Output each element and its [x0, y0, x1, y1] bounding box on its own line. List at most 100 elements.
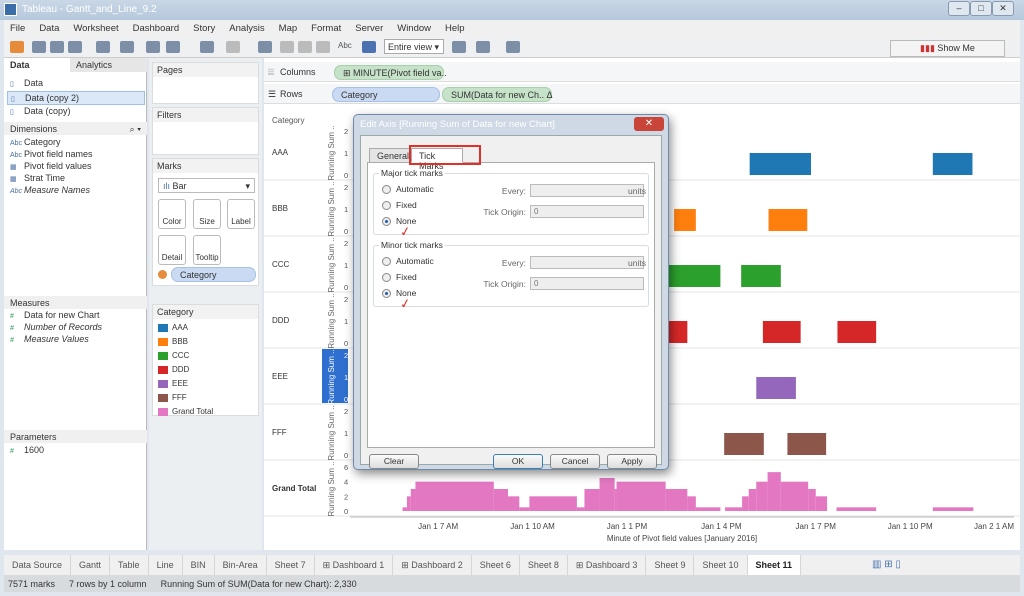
refresh-icon[interactable]: [226, 41, 240, 53]
row-axis-title[interactable]: Running Sum ..: [327, 293, 336, 348]
forward-icon[interactable]: [50, 41, 64, 53]
maximize-button[interactable]: □: [970, 1, 992, 16]
menu-server[interactable]: Server: [355, 23, 383, 34]
row-axis-title[interactable]: Running Sum ..: [327, 125, 336, 180]
rows-pill-sum[interactable]: SUM(Data for new Ch.. Δ: [442, 87, 553, 102]
menu-worksheet[interactable]: Worksheet: [73, 23, 118, 34]
datasource-item[interactable]: ▯ Data: [7, 77, 145, 89]
dimension-field[interactable]: ▦ Strat Time: [10, 173, 65, 183]
tab-analytics[interactable]: Analytics: [70, 58, 147, 72]
grand-total-step[interactable]: [410, 489, 416, 511]
grand-total-step[interactable]: [402, 507, 407, 511]
gantt-bar-ddd[interactable]: [837, 321, 877, 343]
clear-button[interactable]: Clear: [369, 454, 419, 469]
measure-field[interactable]: # Number of Records: [10, 322, 102, 332]
grand-total-step[interactable]: [725, 507, 743, 511]
datasource-item[interactable]: ▯ Data (copy): [7, 105, 145, 117]
legend-item[interactable]: AAA: [158, 323, 188, 332]
pen-icon[interactable]: [476, 41, 490, 53]
menu-window[interactable]: Window: [397, 23, 431, 34]
search-icon[interactable]: ⌕ ▾: [130, 124, 141, 135]
grand-total-step[interactable]: [665, 489, 688, 511]
row-axis-title[interactable]: Running Sum ..: [327, 461, 336, 516]
detail-button[interactable]: Detail: [158, 235, 186, 265]
size-button[interactable]: Size: [193, 199, 221, 229]
color-button[interactable]: Color: [158, 199, 186, 229]
grand-total-step[interactable]: [614, 489, 617, 511]
major-every-input[interactable]: [530, 184, 644, 197]
gantt-bar-aaa[interactable]: [749, 153, 812, 175]
sheet-tab[interactable]: Bin-Area: [215, 555, 267, 575]
dimension-field[interactable]: ▦ Pivot field values: [10, 161, 92, 171]
color-pill-category[interactable]: Category: [171, 267, 256, 282]
grand-total-step[interactable]: [687, 496, 696, 511]
row-axis-title[interactable]: Running Sum ..: [327, 349, 336, 404]
gantt-bar-aaa[interactable]: [932, 153, 973, 175]
columns-pill[interactable]: ⊞ MINUTE(Pivot field va..: [334, 65, 447, 80]
mark-type-select[interactable]: ılı Bar ▾: [158, 178, 255, 193]
grand-total-step[interactable]: [808, 489, 816, 511]
rows-pill-category[interactable]: Category: [332, 87, 440, 102]
grand-total-step[interactable]: [493, 489, 508, 511]
highlight-icon[interactable]: [316, 41, 330, 53]
tooltip-button[interactable]: Tooltip: [193, 235, 221, 265]
major-tick-origin-input[interactable]: 0: [530, 205, 644, 218]
gantt-bar-fff[interactable]: [787, 433, 827, 455]
grand-total-step[interactable]: [529, 496, 577, 511]
legend-item[interactable]: BBB: [158, 337, 188, 346]
row-axis-title[interactable]: Running Sum ..: [327, 405, 336, 460]
radio-major-fixed[interactable]: Fixed: [382, 200, 417, 211]
measure-field[interactable]: # Measure Values: [10, 334, 89, 344]
grand-total-step[interactable]: [584, 489, 600, 511]
clear-sheet-icon[interactable]: [166, 41, 180, 53]
dimension-field[interactable]: Abc Pivot field names: [10, 149, 93, 159]
dialog-close-button[interactable]: ✕: [634, 117, 664, 131]
parameter-field[interactable]: #1600: [10, 445, 44, 455]
radio-minor-automatic[interactable]: Automatic: [382, 256, 434, 267]
sheet-tab[interactable]: Sheet 9: [646, 555, 695, 575]
close-window-button[interactable]: ✕: [992, 1, 1014, 16]
gantt-bar-bbb[interactable]: [768, 209, 808, 231]
new-sheet-icons[interactable]: ▥ ⊞ ▯: [872, 559, 901, 570]
grand-total-step[interactable]: [836, 507, 877, 511]
dimension-field[interactable]: Abc Measure Names: [10, 185, 90, 195]
presentation-icon[interactable]: [506, 41, 520, 53]
row-axis-title[interactable]: Running Sum ..: [327, 181, 336, 236]
columns-shelf[interactable]: ⦙⦙⦙ Columns ⊞ MINUTE(Pivot field va..: [264, 62, 1020, 82]
grand-total-step[interactable]: [415, 481, 494, 511]
sort-asc-icon[interactable]: [280, 41, 294, 53]
cancel-button[interactable]: Cancel: [550, 454, 600, 469]
pages-shelf[interactable]: Pages: [152, 62, 259, 104]
grand-total-step[interactable]: [599, 478, 615, 511]
menu-dashboard[interactable]: Dashboard: [133, 23, 179, 34]
measure-field[interactable]: # Data for new Chart: [10, 310, 100, 320]
gantt-bar-eee[interactable]: [756, 377, 796, 399]
sheet-tab[interactable]: Sheet 7: [267, 555, 315, 575]
ok-button[interactable]: OK: [493, 454, 543, 469]
legend-item[interactable]: DDD: [158, 365, 189, 374]
sheet-tab[interactable]: Line: [149, 555, 183, 575]
sheet-tab[interactable]: Sheet 10: [694, 555, 748, 575]
sheet-tab[interactable]: Sheet 6: [472, 555, 520, 575]
datasource-item[interactable]: ▯ Data (copy 2): [7, 91, 145, 105]
grand-total-step[interactable]: [815, 496, 828, 511]
label-abc-icon[interactable]: Abc: [338, 41, 352, 53]
sheet-tab[interactable]: Data Source: [4, 555, 72, 575]
back-icon[interactable]: [32, 41, 46, 53]
sheet-tab[interactable]: ⊞ Dashboard 2: [393, 555, 472, 575]
swap-icon[interactable]: [258, 41, 272, 53]
legend-item[interactable]: EEE: [158, 379, 188, 388]
menu-analysis[interactable]: Analysis: [229, 23, 264, 34]
sort-desc-icon[interactable]: [298, 41, 312, 53]
gantt-bar-fff[interactable]: [724, 433, 764, 455]
sheet-tab[interactable]: ⊞ Dashboard 3: [568, 555, 647, 575]
legend-item[interactable]: Grand Total: [158, 407, 213, 416]
gantt-bar-ccc[interactable]: [741, 265, 781, 287]
grand-total-step[interactable]: [406, 496, 411, 511]
sheet-tab[interactable]: Sheet 11: [747, 555, 802, 575]
new-worksheet-icon[interactable]: [120, 41, 134, 53]
row-axis-title[interactable]: Running Sum ..: [327, 237, 336, 292]
filters-shelf[interactable]: Filters: [152, 107, 259, 155]
grand-total-step[interactable]: [767, 472, 781, 511]
legend-item[interactable]: FFF: [158, 393, 187, 402]
